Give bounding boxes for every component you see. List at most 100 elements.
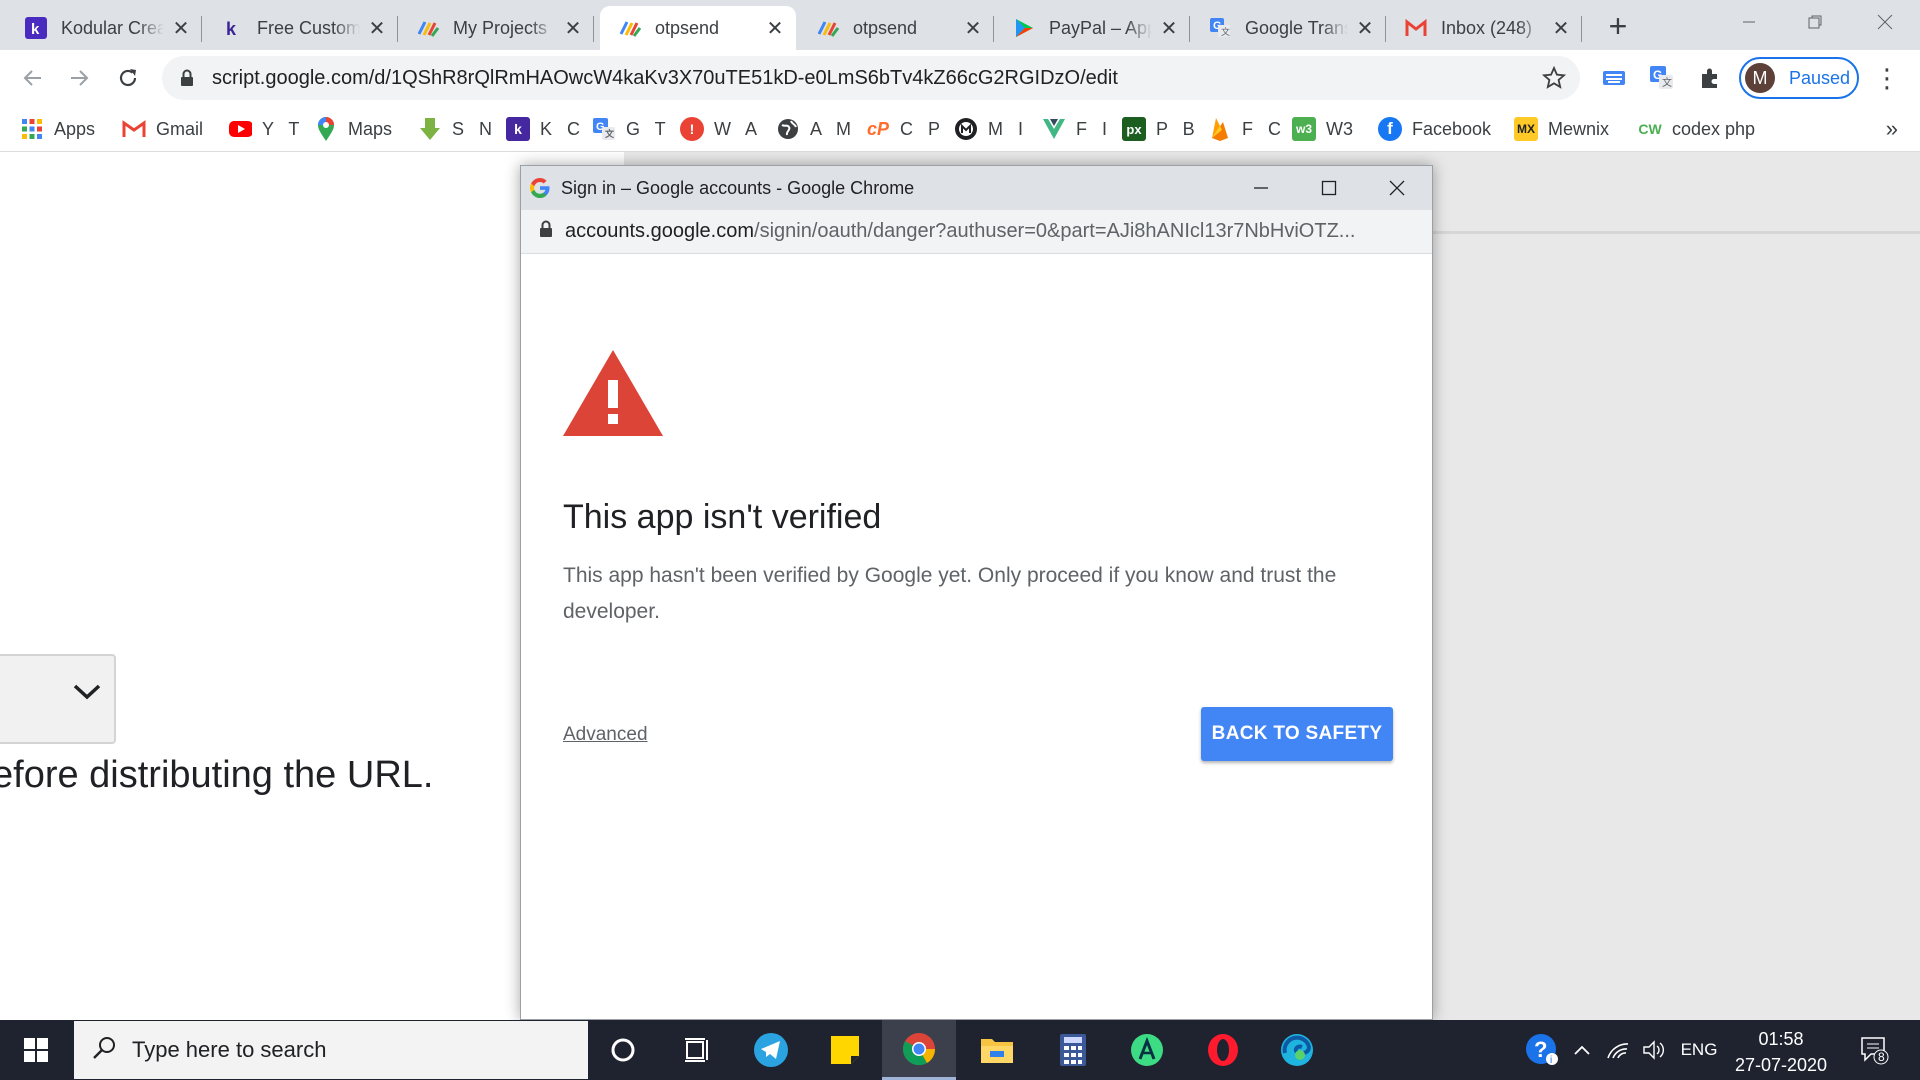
more-bookmarks-chevron-icon[interactable]: »: [1886, 116, 1898, 142]
tab-google-translate[interactable]: G文 Google Translate ✕: [1190, 6, 1386, 50]
bookmark-w3[interactable]: w3 W3: [1292, 112, 1353, 146]
bookmark-fi[interactable]: F I: [1042, 112, 1112, 146]
keyboard-extension-icon[interactable]: [1600, 64, 1628, 92]
kodular-icon: k: [24, 16, 48, 40]
tab-otpsend[interactable]: otpsend ✕: [798, 6, 994, 50]
taskbar-file-explorer[interactable]: [960, 1020, 1034, 1080]
bookmark-wa[interactable]: ! W A: [680, 112, 762, 146]
popup-url-host: accounts.google.com: [565, 220, 755, 242]
bookmark-gmail[interactable]: Gmail: [122, 112, 203, 146]
taskbar-sticky-notes[interactable]: [808, 1020, 882, 1080]
bookmark-cp[interactable]: cP C P: [866, 112, 945, 146]
popup-window-title: Sign in – Google accounts - Google Chrom…: [561, 177, 915, 198]
globe-icon: [776, 117, 800, 141]
bookmark-maps[interactable]: Maps: [314, 112, 392, 146]
extensions-puzzle-icon[interactable]: [1696, 64, 1724, 92]
notifications-button[interactable]: 8: [1852, 1020, 1896, 1080]
reload-button[interactable]: [110, 60, 146, 96]
show-hidden-icons-chevron-icon[interactable]: [1566, 1020, 1598, 1080]
bookmark-label: W A: [714, 118, 763, 139]
tab-title: Google Translate: [1245, 17, 1348, 38]
popup-maximize-button[interactable]: [1295, 166, 1363, 210]
restore-button[interactable]: [1782, 0, 1848, 44]
menu-dots-icon[interactable]: ⋮: [1873, 62, 1901, 94]
bookmark-kc[interactable]: k K C: [506, 112, 585, 146]
svg-text:?: ?: [1534, 1037, 1547, 1062]
bookmark-mi[interactable]: M I: [954, 112, 1028, 146]
bookmark-gt[interactable]: G文 G T: [592, 112, 671, 146]
tab-paypal[interactable]: PayPal – App ✕: [994, 6, 1190, 50]
taskbar-search-box[interactable]: Type here to search: [74, 1021, 588, 1079]
new-tab-button[interactable]: +: [1598, 8, 1638, 44]
google-translate-extension-icon[interactable]: G文: [1648, 64, 1676, 92]
close-icon[interactable]: ✕: [562, 17, 584, 40]
tab-gmail-inbox[interactable]: Inbox (248) ✕: [1386, 6, 1582, 50]
advanced-link[interactable]: Advanced: [563, 724, 648, 746]
taskbar-chrome[interactable]: [882, 1020, 956, 1080]
close-window-button[interactable]: [1852, 0, 1918, 44]
task-view-button[interactable]: [660, 1020, 734, 1080]
google-translate-icon: G文: [1208, 16, 1232, 40]
close-icon[interactable]: ✕: [1550, 17, 1572, 40]
close-icon[interactable]: ✕: [1158, 17, 1180, 40]
taskbar-edge[interactable]: [1260, 1020, 1334, 1080]
forward-button[interactable]: [62, 60, 98, 96]
search-placeholder: Type here to search: [132, 1037, 327, 1062]
lock-icon: [180, 69, 194, 92]
minimize-button[interactable]: [1716, 0, 1782, 44]
facebook-icon: f: [1378, 117, 1402, 141]
tab-my-projects[interactable]: My Projects ✕: [398, 6, 594, 50]
google-g-icon: [529, 177, 551, 199]
task-view-icon: [685, 1038, 708, 1062]
close-icon[interactable]: ✕: [170, 17, 192, 40]
svg-text:i: i: [1550, 1055, 1552, 1066]
version-select[interactable]: [0, 654, 116, 744]
start-button[interactable]: [0, 1020, 72, 1080]
bookmark-codex-php[interactable]: CW codex php: [1638, 112, 1755, 146]
language-indicator[interactable]: ENG: [1676, 1020, 1722, 1080]
back-to-safety-button[interactable]: BACK TO SAFETY: [1201, 707, 1393, 761]
close-icon[interactable]: ✕: [366, 17, 388, 40]
android-studio-icon: [1131, 1034, 1163, 1066]
bookmark-facebook[interactable]: f Facebook: [1378, 112, 1491, 146]
help-tray-icon[interactable]: ? i: [1520, 1020, 1564, 1080]
address-url[interactable]: script.google.com/d/1QShR8rQlRmHAOwcW4ka…: [212, 67, 1118, 90]
wifi-icon[interactable]: [1600, 1020, 1636, 1080]
taskbar-android-studio[interactable]: [1110, 1020, 1184, 1080]
cortana-circle-icon: [611, 1038, 635, 1062]
address-bar[interactable]: script.google.com/d/1QShR8rQlRmHAOwcW4ka…: [162, 56, 1580, 100]
taskbar-clock[interactable]: 01:58 27-07-2020: [1726, 1026, 1836, 1078]
bookmark-sn[interactable]: S N: [418, 112, 497, 146]
back-button[interactable]: [14, 60, 50, 96]
popup-minimize-button[interactable]: [1227, 166, 1295, 210]
bookmark-am[interactable]: A M: [776, 112, 856, 146]
cortana-button[interactable]: [586, 1020, 660, 1080]
bookmark-star-icon[interactable]: [1541, 65, 1567, 95]
profile-button[interactable]: M Paused: [1739, 57, 1859, 99]
taskbar-calculator[interactable]: [1036, 1020, 1110, 1080]
close-icon[interactable]: ✕: [962, 17, 984, 40]
tab-title: PayPal – App: [1049, 17, 1152, 38]
tab-kodular-creator[interactable]: k Kodular Creator ✕: [6, 6, 202, 50]
taskbar-opera[interactable]: [1186, 1020, 1260, 1080]
popup-close-button[interactable]: [1363, 166, 1431, 210]
volume-icon[interactable]: [1636, 1020, 1672, 1080]
tab-title: My Projects: [453, 17, 548, 38]
mx-icon: MX: [1514, 117, 1538, 141]
bookmark-label: A M: [810, 118, 857, 139]
bookmark-label: Mewnix: [1548, 118, 1610, 139]
bookmark-pb[interactable]: px P B: [1122, 112, 1200, 146]
tab-otpsend-active[interactable]: otpsend ✕: [600, 6, 796, 50]
bookmark-label: Maps: [348, 118, 393, 139]
bookmark-apps[interactable]: Apps: [20, 112, 95, 146]
close-icon[interactable]: ✕: [1354, 17, 1376, 40]
windows-taskbar: Type here to search ? i ENG 01:58 27-07-…: [0, 1020, 1920, 1080]
windows-logo-icon: [24, 1038, 48, 1062]
close-icon[interactable]: ✕: [764, 17, 786, 40]
bookmark-mewnix[interactable]: MX Mewnix: [1514, 112, 1609, 146]
bookmark-yt[interactable]: Y T: [228, 112, 304, 146]
cw-icon: CW: [1638, 121, 1662, 137]
bookmark-fc[interactable]: F C: [1208, 112, 1286, 146]
taskbar-telegram[interactable]: [734, 1020, 808, 1080]
tab-free-custom[interactable]: k Free Custom Icons ✕: [202, 6, 398, 50]
